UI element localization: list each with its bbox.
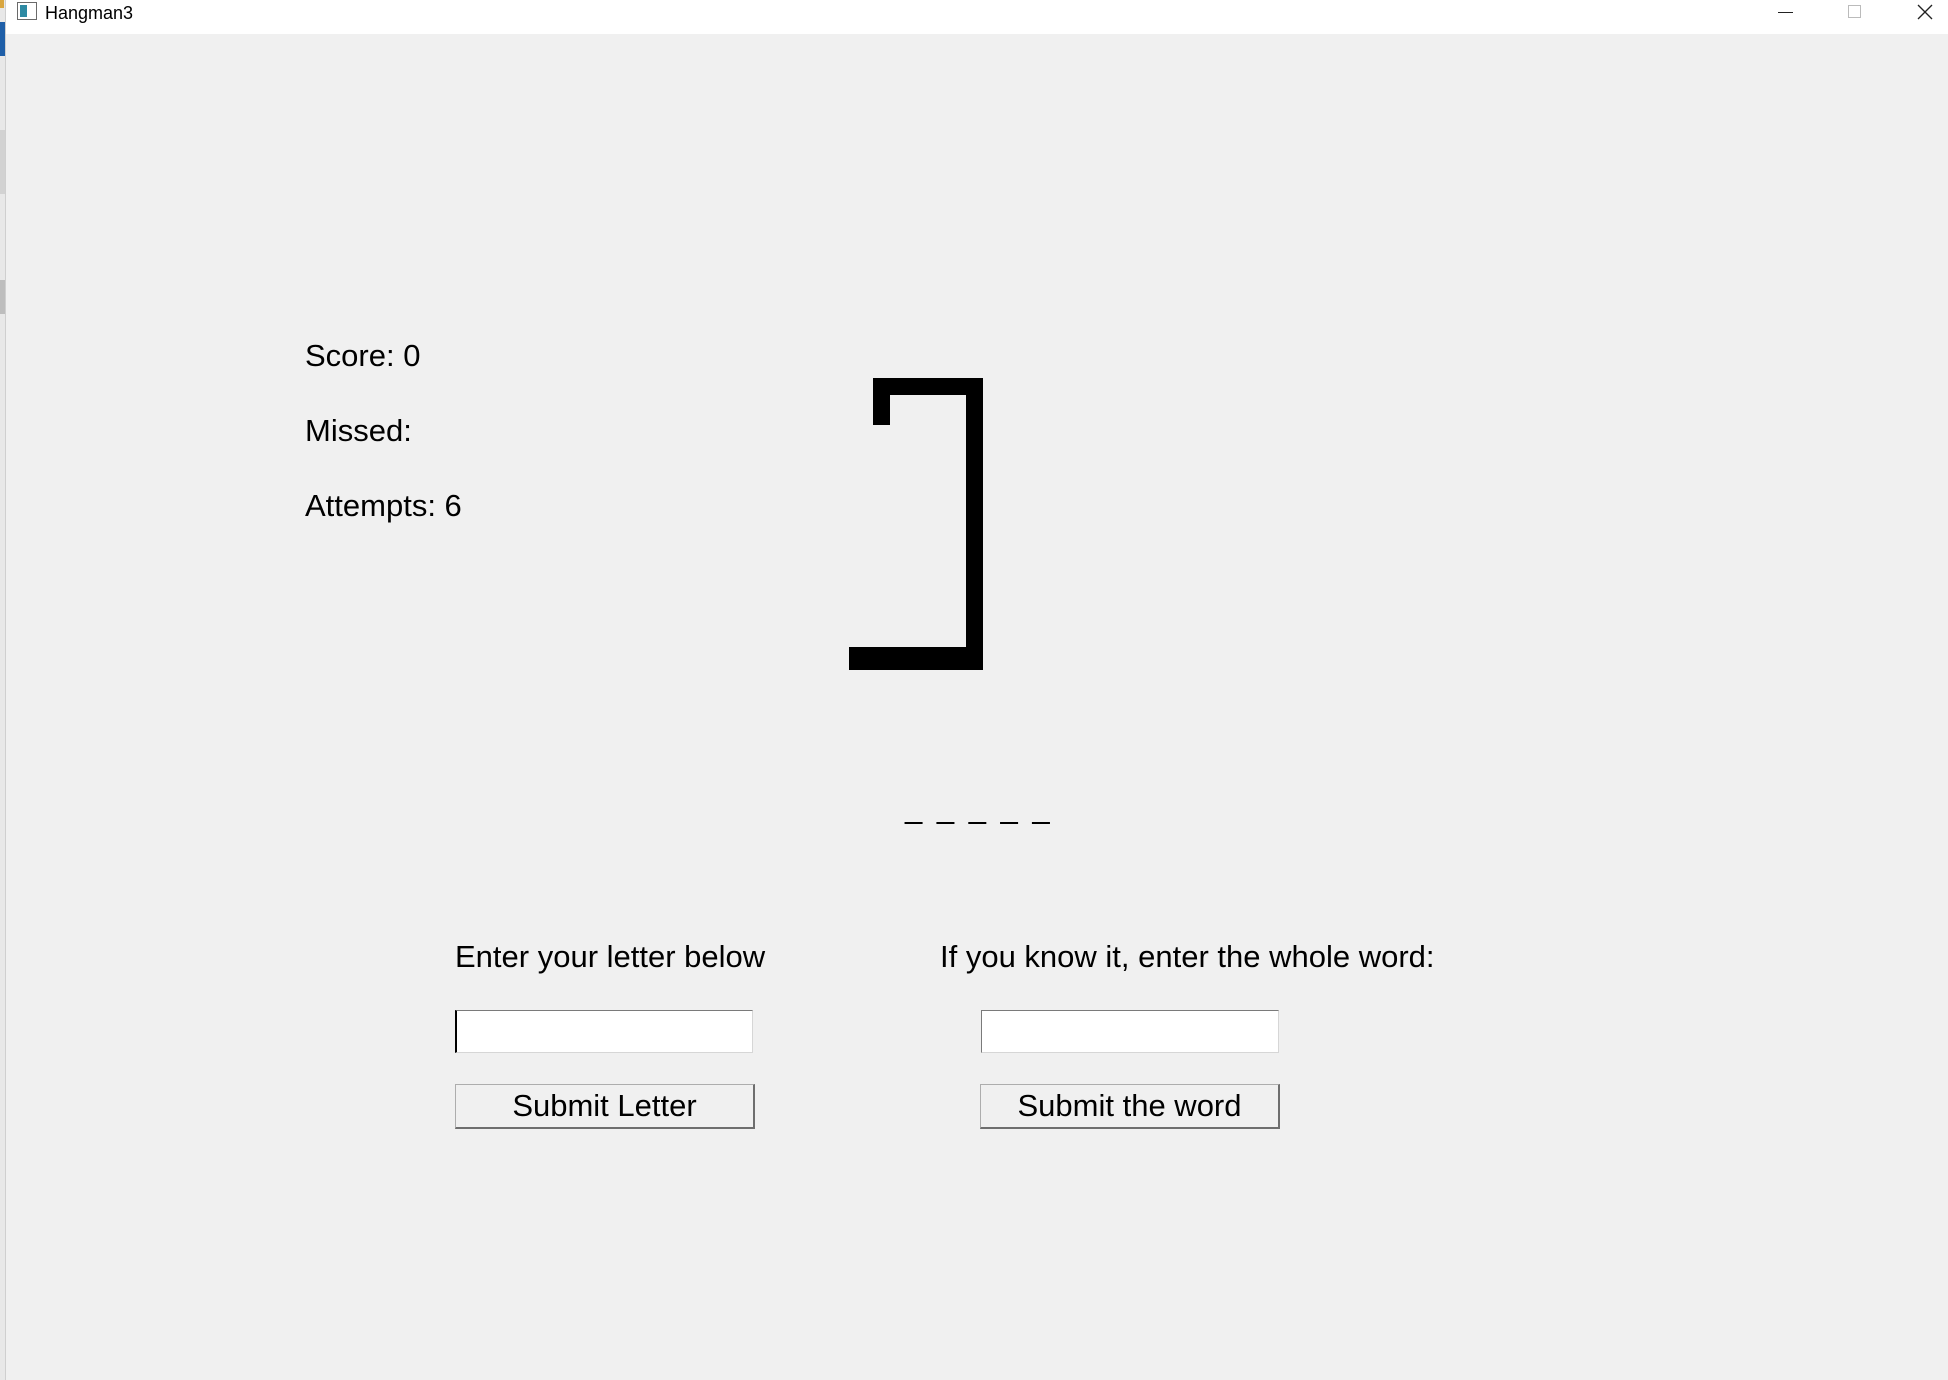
maximize-button[interactable] bbox=[1821, 0, 1889, 26]
desktop-edge bbox=[0, 0, 6, 1380]
close-icon bbox=[1917, 4, 1933, 20]
missed-label: Missed: bbox=[305, 413, 412, 448]
minimize-button[interactable] bbox=[1751, 0, 1819, 26]
letter-entry-label: Enter your letter below bbox=[455, 939, 766, 974]
word-entry-label: If you know it, enter the whole word: bbox=[940, 939, 1435, 974]
desktop-edge-accent bbox=[0, 0, 4, 8]
attempts-label: Attempts: 6 bbox=[305, 488, 462, 523]
app-icon bbox=[17, 2, 37, 20]
letter-input[interactable] bbox=[455, 1010, 753, 1053]
window-title: Hangman3 bbox=[45, 3, 134, 23]
desktop-edge-block bbox=[0, 130, 5, 194]
gallows-icon bbox=[849, 378, 983, 670]
close-button[interactable] bbox=[1891, 0, 1948, 26]
word-mask: _ _ _ _ _ bbox=[905, 790, 1053, 825]
minimize-icon bbox=[1778, 12, 1793, 13]
desktop-edge-scroll bbox=[0, 280, 5, 314]
title-bar[interactable]: Hangman3 bbox=[6, 0, 1948, 34]
score-label: Score: 0 bbox=[305, 338, 421, 373]
word-input[interactable] bbox=[981, 1010, 1279, 1053]
desktop-edge-highlight bbox=[0, 22, 5, 56]
submit-word-button[interactable]: Submit the word bbox=[980, 1084, 1280, 1129]
maximize-icon bbox=[1848, 5, 1861, 18]
submit-letter-button[interactable]: Submit Letter bbox=[455, 1084, 755, 1129]
